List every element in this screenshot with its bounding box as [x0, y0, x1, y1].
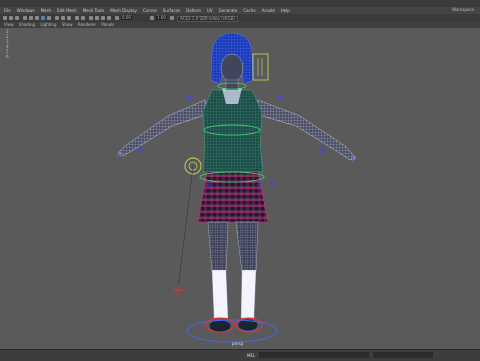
select-camera-icon[interactable] [3, 16, 7, 20]
left-leg [207, 221, 229, 273]
panel-menu-view[interactable]: View [4, 22, 14, 27]
cross-shoulder-left [186, 93, 194, 101]
menu-edit-mesh[interactable]: Edit Mesh [57, 8, 77, 13]
shadows-icon[interactable] [67, 16, 71, 20]
menu-deform[interactable]: Deform [186, 8, 201, 13]
lights-icon[interactable] [61, 16, 65, 20]
backface-culling-icon[interactable] [107, 16, 111, 20]
gamma-field[interactable]: 1.00 [156, 16, 167, 20]
panel-menu-shading[interactable]: Shading [19, 22, 35, 27]
panel-menu-lighting[interactable]: Lighting [40, 22, 56, 27]
skirt [197, 171, 269, 223]
main-menu-bar: File Windows Mesh Edit Mesh Mesh Tools M… [0, 7, 480, 14]
panel-menu-show[interactable]: Show [62, 22, 73, 27]
left-shoe [208, 319, 232, 333]
xray-joints-icon[interactable] [101, 16, 105, 20]
film-gate-icon[interactable] [35, 16, 39, 20]
command-line: MEL [0, 349, 480, 361]
camera-attributes-icon[interactable] [9, 16, 13, 20]
exposure-field[interactable]: 0.00 [121, 16, 132, 20]
face [220, 53, 244, 83]
isolate-select-icon[interactable] [89, 16, 93, 20]
menu-curves[interactable]: Curves [143, 8, 157, 13]
menu-uv[interactable]: UV [207, 8, 213, 13]
command-result [373, 352, 433, 358]
exposure-icon[interactable] [115, 16, 119, 20]
head-control-lines [257, 58, 263, 76]
menu-arnold[interactable]: Arnold [262, 8, 275, 13]
menu-mesh[interactable]: Mesh [41, 8, 52, 13]
right-sock [240, 269, 257, 319]
wireframe-icon[interactable] [41, 16, 45, 20]
right-arm-grid [256, 100, 356, 160]
panel-menu-renderer[interactable]: Renderer [78, 22, 96, 27]
grid-icon[interactable] [29, 16, 33, 20]
right-leg [235, 221, 259, 273]
antialias-icon[interactable] [81, 16, 85, 20]
character-model[interactable] [0, 28, 480, 349]
menu-mesh-tools[interactable]: Mesh Tools [83, 8, 105, 13]
head-control [252, 53, 269, 81]
panel-menu-panels[interactable]: Panels [101, 22, 114, 27]
command-input[interactable] [259, 352, 369, 358]
knee-pole-left [173, 285, 183, 295]
menu-surfaces[interactable]: Surfaces [163, 8, 180, 13]
textured-icon[interactable] [55, 16, 59, 20]
script-language-label[interactable]: MEL [247, 353, 255, 358]
title-bar [0, 0, 480, 7]
camera-label: persp [232, 341, 244, 346]
smooth-shade-icon[interactable] [47, 16, 51, 20]
color-management-icon[interactable] [170, 16, 174, 20]
perspective-viewport[interactable]: 1 2 3 4 5 6 [0, 28, 480, 349]
cross-mid-right [270, 180, 276, 186]
left-sock [211, 269, 229, 319]
menu-file[interactable]: File [4, 8, 11, 13]
cross-elbow-right [318, 146, 326, 154]
root-control [186, 319, 278, 343]
gamma-icon[interactable] [150, 16, 154, 20]
menu-mesh-display[interactable]: Mesh Display [110, 8, 137, 13]
ambient-occlusion-icon[interactable] [75, 16, 79, 20]
elbow-pole-line [177, 165, 194, 291]
cross-shoulder-right [276, 93, 284, 101]
image-plane-icon[interactable] [23, 16, 27, 20]
bookmark-icon[interactable] [15, 16, 19, 20]
workspace-selector[interactable]: Workspace [452, 7, 474, 12]
menu-windows[interactable]: Windows [17, 8, 35, 13]
xray-icon[interactable] [95, 16, 99, 20]
menu-generate[interactable]: Generate [219, 8, 238, 13]
menu-help[interactable]: Help [281, 8, 290, 13]
menu-cache[interactable]: Cache [243, 8, 255, 13]
left-arm-grid [119, 100, 208, 156]
